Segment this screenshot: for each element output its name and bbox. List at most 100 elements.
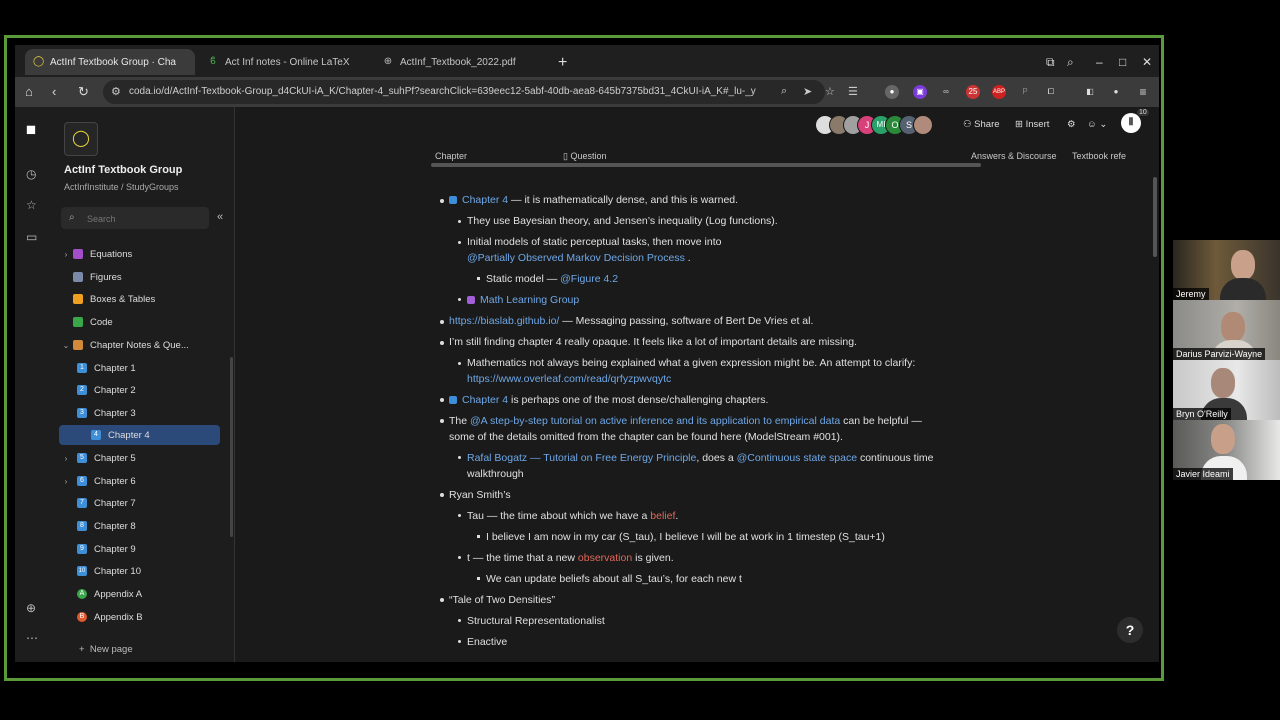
extensions-puzzle-icon[interactable]: ⧠ bbox=[1044, 85, 1058, 99]
sidebar-scrollbar[interactable] bbox=[230, 357, 233, 537]
math-group-link[interactable]: Math Learning Group bbox=[480, 294, 579, 306]
folder-icon[interactable]: ▭ bbox=[26, 230, 37, 244]
help-button[interactable]: ? bbox=[1117, 617, 1143, 643]
continuous-link[interactable]: @Continuous state space bbox=[737, 452, 857, 464]
sidebar-item-chapter-5[interactable]: › 5 Chapter 5 bbox=[65, 448, 220, 468]
video-tile[interactable]: Javier Ideami bbox=[1173, 420, 1280, 480]
video-tile[interactable]: Darius Parvizi-Wayne bbox=[1173, 300, 1280, 360]
avatar[interactable] bbox=[913, 115, 933, 135]
sidebar-item-figures[interactable]: Figures bbox=[59, 267, 220, 287]
zoom-icon[interactable]: ⌕ bbox=[781, 85, 787, 98]
adblock-icon[interactable]: ABP bbox=[992, 85, 1006, 99]
star-icon[interactable]: ☆ bbox=[26, 198, 37, 212]
chapter-link[interactable]: Chapter 4 bbox=[462, 394, 508, 406]
sidebar-item-chapter-1[interactable]: 1 Chapter 1 bbox=[77, 358, 220, 378]
chevron-right-icon[interactable]: › bbox=[59, 477, 73, 486]
chapter-link[interactable]: Chapter 4 bbox=[462, 194, 508, 206]
sidebar-item-appendix-a[interactable]: A Appendix A bbox=[77, 584, 220, 604]
list-item: Structural Representationalist bbox=[467, 615, 605, 627]
column-header-chapter[interactable]: Chapter bbox=[435, 151, 467, 161]
p-extension-icon[interactable]: P bbox=[1018, 85, 1032, 99]
doc-title: ActInf Textbook Group bbox=[64, 164, 183, 176]
figure-link[interactable]: @Figure 4.2 bbox=[560, 273, 618, 285]
list-item: I believe I am now in my car (S_tau), I … bbox=[486, 531, 885, 543]
address-bar[interactable]: ⚙ coda.io/d/ActInf-Textbook-Group_d4CkUI… bbox=[103, 80, 858, 104]
notes-icon bbox=[73, 340, 83, 350]
coda-logo-icon[interactable]: ◼ bbox=[26, 122, 36, 136]
sidebar-item-chapter-8[interactable]: 8 Chapter 8 bbox=[77, 516, 220, 536]
more-icon[interactable]: ⋯ bbox=[26, 631, 38, 645]
maximize-icon[interactable]: □ bbox=[1119, 55, 1126, 69]
sidebar-item-chapter-2[interactable]: 2 Chapter 2 bbox=[77, 380, 220, 400]
video-tile[interactable]: Bryn O'Reilly bbox=[1173, 360, 1280, 420]
search-icon[interactable]: ⌕ bbox=[1067, 55, 1074, 70]
chevron-right-icon[interactable]: › bbox=[59, 250, 73, 259]
new-tab-button[interactable]: + bbox=[558, 54, 567, 72]
chevron-right-icon[interactable]: › bbox=[59, 454, 73, 463]
share-icon: ⚇ bbox=[963, 119, 972, 130]
list-item: @Partially Observed Markov Decision Proc… bbox=[467, 252, 691, 264]
comments-icon[interactable]: ☺ ⌄ bbox=[1087, 119, 1107, 130]
sidebar-item-label: Chapter 1 bbox=[94, 362, 136, 374]
sidebar-item-chapter-notes[interactable]: ⌄ Chapter Notes & Que... bbox=[59, 335, 220, 355]
biaslab-link[interactable]: https://biaslab.github.io/ bbox=[449, 315, 559, 327]
tab-coda[interactable]: ◯ ActInf Textbook Group · Cha bbox=[25, 49, 195, 75]
incognito-extension-icon[interactable]: ∞ bbox=[939, 85, 953, 99]
new-page-button[interactable]: + New page bbox=[79, 644, 133, 655]
tab-overleaf[interactable]: ϐ Act Inf notes - Online LaTeX bbox=[200, 49, 370, 75]
doc-sidebar: ◯ ActInf Textbook Group ActInfInstitute … bbox=[51, 107, 235, 662]
list-item: Math Learning Group bbox=[467, 293, 579, 307]
minimize-icon[interactable]: – bbox=[1096, 55, 1103, 69]
star-icon[interactable]: ☆ bbox=[825, 85, 835, 98]
tutorial-link[interactable]: @A step-by-step tutorial on active infer… bbox=[470, 415, 840, 427]
collapse-sidebar-icon[interactable]: « bbox=[217, 211, 223, 223]
doc-subtitle[interactable]: ActInfInstitute / StudyGroups bbox=[64, 182, 179, 192]
video-tile[interactable]: Jeremy bbox=[1173, 240, 1280, 300]
twitch-extension-icon[interactable]: ▣ bbox=[913, 85, 927, 99]
clock-icon[interactable]: ◷ bbox=[26, 167, 36, 181]
doc-logo-icon[interactable]: ◯ bbox=[64, 122, 98, 156]
column-header-question[interactable]: ▯ Question bbox=[563, 151, 607, 162]
reload-icon[interactable]: ↻ bbox=[78, 84, 89, 100]
tab-pdf[interactable]: ⊕ ActInf_Textbook_2022.pdf bbox=[375, 49, 545, 75]
sidebar-item-chapter-6[interactable]: › 6 Chapter 6 bbox=[65, 471, 220, 491]
sidebar-item-label: Appendix B bbox=[94, 611, 143, 623]
account-avatar[interactable]: Ⅱ bbox=[1121, 113, 1141, 133]
pomdp-link[interactable]: @Partially Observed Markov Decision Proc… bbox=[467, 252, 685, 264]
column-header-textbook[interactable]: Textbook refe bbox=[1072, 151, 1126, 161]
column-header-answers[interactable]: Answers & Discourse bbox=[971, 151, 1057, 161]
extension-badge-icon[interactable]: 25 bbox=[966, 85, 980, 99]
tab-search-icon[interactable]: ⧉ bbox=[1046, 55, 1055, 70]
home-icon[interactable]: ⌂ bbox=[25, 84, 33, 99]
list-item: Static model — @Figure 4.2 bbox=[486, 273, 619, 285]
site-info-icon[interactable]: ⚙ bbox=[111, 85, 121, 98]
send-icon[interactable]: ➤ bbox=[803, 85, 812, 98]
sidebar-item-equations[interactable]: › Equations bbox=[59, 244, 220, 264]
settings-icon[interactable]: ⚙ bbox=[1067, 119, 1076, 130]
sidebar-item-code[interactable]: Code bbox=[59, 312, 220, 332]
extension-icon[interactable]: ● bbox=[885, 85, 899, 99]
side-panel-icon[interactable]: ◧ bbox=[1083, 85, 1097, 99]
sidebar-item-chapter-4[interactable]: 4 Chapter 4 bbox=[59, 425, 220, 445]
share-label: Share bbox=[974, 119, 1000, 130]
add-icon[interactable]: ⊕ bbox=[26, 601, 36, 615]
chevron-down-icon[interactable]: ⌄ bbox=[59, 341, 73, 350]
insert-button[interactable]: ⊞ Insert bbox=[1015, 119, 1049, 130]
sidebar-item-chapter-3[interactable]: 3 Chapter 3 bbox=[77, 403, 220, 423]
overleaf-link[interactable]: https://www.overleaf.com/read/qrfyzpwvqy… bbox=[467, 372, 671, 386]
sidebar-item-chapter-10[interactable]: 10 Chapter 10 bbox=[77, 561, 220, 581]
sidebar-item-boxes-tables[interactable]: Boxes & Tables bbox=[59, 289, 220, 309]
search-input[interactable] bbox=[85, 210, 204, 228]
share-button[interactable]: ⚇ Share bbox=[963, 119, 1000, 130]
bogatz-link[interactable]: Rafal Bogatz — Tutorial on Free Energy P… bbox=[467, 452, 696, 464]
back-icon[interactable]: ‹ bbox=[52, 84, 56, 99]
menu-icon[interactable]: ≡ bbox=[1136, 85, 1150, 99]
vertical-scrollbar[interactable] bbox=[1153, 177, 1157, 257]
horizontal-scrollbar[interactable] bbox=[431, 163, 981, 167]
profile-icon[interactable]: ● bbox=[1109, 85, 1123, 99]
sidebar-item-chapter-7[interactable]: 7 Chapter 7 bbox=[77, 493, 220, 513]
reading-list-icon[interactable]: ☰ bbox=[848, 85, 858, 98]
close-icon[interactable]: ✕ bbox=[1142, 55, 1152, 69]
sidebar-item-appendix-b[interactable]: B Appendix B bbox=[77, 607, 220, 627]
sidebar-item-chapter-9[interactable]: 9 Chapter 9 bbox=[77, 539, 220, 559]
